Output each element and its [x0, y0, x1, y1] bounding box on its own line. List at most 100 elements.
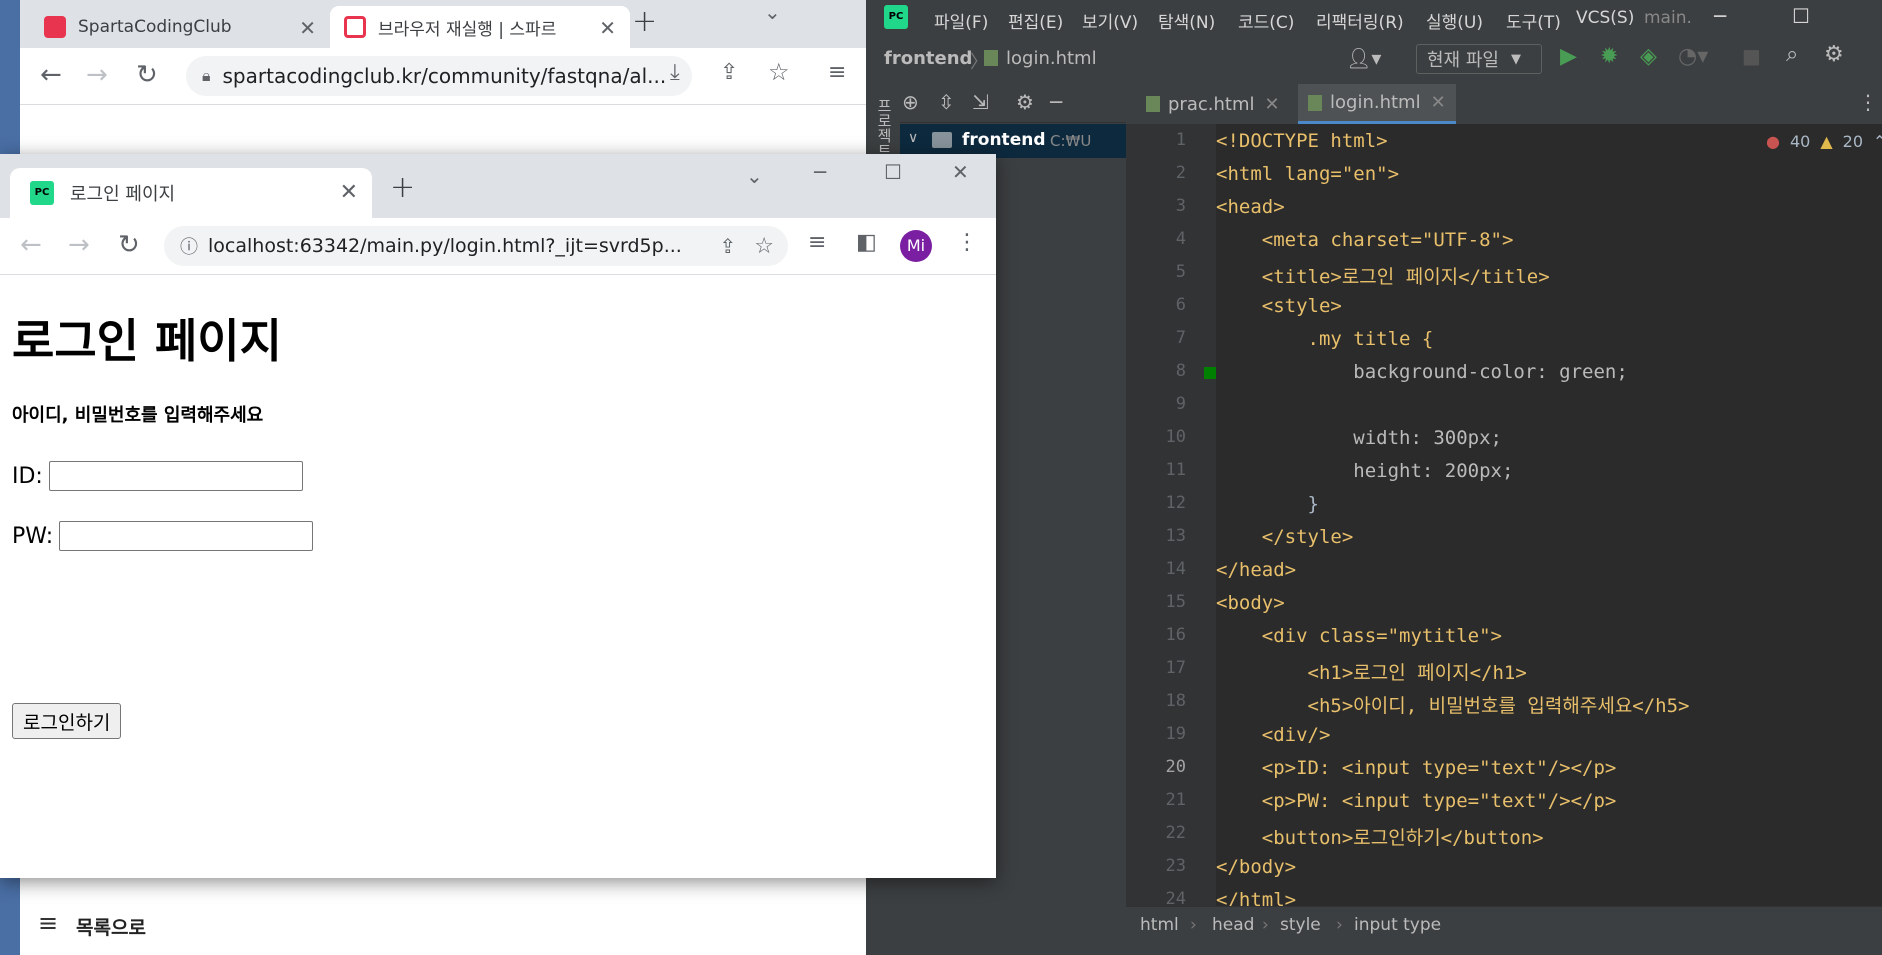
ide-navbar: frontend 〉 login.html 👤︎▾ 현재 파일 ▼ ▶ ✹ ◈ …: [866, 36, 1882, 85]
coverage-icon[interactable]: ◈: [1640, 44, 1657, 69]
install-icon[interactable]: ⤓: [670, 60, 680, 85]
reading-list-icon[interactable]: ≡: [808, 230, 826, 255]
code-line: </body>: [1216, 856, 1297, 878]
tree-label: frontend: [962, 130, 1046, 150]
close-window-icon[interactable]: ✕: [952, 160, 969, 184]
code-line: <div class="mytitle">: [1216, 625, 1502, 647]
bg-tab-sparta[interactable]: SpartaCodingClub ✕: [30, 6, 330, 48]
code-line: <html lang="en">: [1216, 163, 1400, 185]
pycharm-favicon-icon: PC: [30, 181, 54, 205]
gear-icon[interactable]: ⚙: [1016, 90, 1034, 114]
new-tab-icon[interactable]: +: [390, 170, 415, 205]
menu-view[interactable]: 보기(V): [1082, 8, 1138, 33]
close-icon[interactable]: ✕: [599, 16, 616, 40]
line-number: 1: [1175, 130, 1186, 150]
page-subtitle: 아이디, 비밀번호를 입력해주세요: [12, 405, 264, 426]
avatar[interactable]: Mi: [900, 230, 932, 262]
id-input[interactable]: [48, 461, 303, 491]
debug-icon[interactable]: ✹: [1600, 44, 1618, 69]
login-button[interactable]: 로그인하기: [12, 703, 122, 739]
window-title: main.: [1644, 8, 1692, 28]
menu-refactor[interactable]: 리팩터링(R): [1316, 8, 1404, 33]
breadcrumb-file[interactable]: login.html: [1006, 48, 1097, 69]
code-editor[interactable]: <!DOCTYPE html> <html lang="en"> <head> …: [1216, 124, 1882, 906]
crumb-input-type[interactable]: input type: [1354, 915, 1441, 935]
code-line: </head>: [1216, 559, 1297, 581]
share-icon[interactable]: ⇪: [720, 60, 738, 85]
bg-toolbar: ← → ↻ 🔒︎ spartacodingclub.kr/community/f…: [20, 48, 866, 105]
line-number: 8: [1175, 361, 1186, 381]
side-panel-icon[interactable]: ◧: [856, 230, 877, 255]
back-icon[interactable]: ←: [40, 60, 62, 90]
crumb-style[interactable]: style: [1280, 915, 1321, 935]
hide-icon[interactable]: ─: [1050, 90, 1062, 114]
tree-item-frontend[interactable]: ∨ frontend C:₩U: [900, 124, 1126, 158]
reading-list-icon[interactable]: ≡: [828, 60, 846, 85]
locate-icon[interactable]: ⊕: [902, 90, 919, 114]
crumb-head[interactable]: head: [1212, 915, 1254, 935]
chevron-down-icon[interactable]: ⌄: [746, 164, 763, 188]
inspection-widget[interactable]: ● 40 ▲ 20 ⌃ ⌄: [1766, 132, 1882, 151]
close-icon[interactable]: ✕: [340, 180, 358, 205]
back-icon[interactable]: ←: [20, 230, 42, 260]
code-line: height: 200px;: [1216, 460, 1514, 482]
forward-icon[interactable]: →: [68, 230, 90, 260]
profile-icon[interactable]: ◔▾: [1678, 44, 1708, 69]
list-icon: ≡: [38, 909, 59, 937]
search-icon[interactable]: ⌕: [1786, 42, 1798, 67]
star-icon[interactable]: ☆: [754, 234, 774, 259]
lock-icon: 🔒︎: [202, 66, 211, 85]
menu-vcs[interactable]: VCS(S): [1576, 8, 1644, 28]
expand-all-icon[interactable]: ⇳: [938, 90, 955, 114]
menu-run[interactable]: 실행(U): [1426, 8, 1483, 33]
more-icon[interactable]: ⋮: [1858, 90, 1878, 114]
bg-tab-title: SpartaCodingClub: [78, 17, 232, 37]
chevron-down-icon: ▼: [1510, 51, 1521, 67]
gear-icon[interactable]: ⚙: [1824, 42, 1844, 67]
bg-tab-strip: SpartaCodingClub ✕ 브라우저 재실행 | 스파르 ✕ + ⌄: [20, 0, 866, 48]
new-tab-icon[interactable]: +: [632, 4, 657, 39]
line-number: 23: [1165, 856, 1186, 876]
code-line: <meta charset="UTF-8">: [1216, 229, 1514, 251]
fg-address-bar[interactable]: ⓘ localhost:63342/main.py/login.html?_ij…: [164, 226, 788, 266]
breadcrumb-project[interactable]: frontend: [884, 48, 972, 69]
run-config-select[interactable]: 현재 파일 ▼: [1416, 44, 1542, 74]
line-number: 5: [1175, 262, 1186, 282]
collapse-all-icon[interactable]: ⇲: [972, 90, 989, 114]
menu-navigate[interactable]: 탐색(N): [1158, 8, 1215, 33]
reload-icon[interactable]: ↻: [136, 60, 158, 90]
project-tool-label[interactable]: 프로젝트: [874, 98, 895, 158]
bg-tab-restart[interactable]: 브라우저 재실행 | 스파르 ✕: [330, 6, 630, 48]
minimize-icon[interactable]: ─: [1714, 4, 1726, 28]
minimize-icon[interactable]: ─: [814, 160, 826, 184]
menu-tools[interactable]: 도구(T): [1506, 8, 1561, 33]
share-icon[interactable]: ⇪: [720, 234, 737, 258]
tab-login-html[interactable]: login.html ✕: [1298, 84, 1456, 124]
tab-label: prac.html: [1168, 93, 1255, 115]
menu-code[interactable]: 코드(C): [1238, 8, 1294, 33]
bg-address-bar[interactable]: 🔒︎ spartacodingclub.kr/community/fastqna…: [186, 56, 692, 96]
stop-icon[interactable]: ■: [1742, 44, 1761, 68]
chevron-up-icon[interactable]: ⌃: [1873, 132, 1882, 151]
maximize-icon[interactable]: ☐: [1792, 4, 1810, 28]
close-icon[interactable]: ✕: [1431, 92, 1446, 113]
reload-icon[interactable]: ↻: [118, 230, 140, 260]
star-icon[interactable]: ☆: [768, 58, 790, 86]
pw-input[interactable]: [59, 521, 314, 551]
line-number: 19: [1165, 724, 1186, 744]
tab-prac-html[interactable]: prac.html ✕: [1136, 84, 1290, 124]
back-to-list-link[interactable]: 목록으로: [76, 913, 146, 940]
close-icon[interactable]: ✕: [299, 16, 316, 40]
chevron-down-icon[interactable]: ⌄: [764, 0, 781, 24]
more-icon[interactable]: ⋮: [956, 230, 978, 255]
forward-icon[interactable]: →: [86, 60, 108, 90]
maximize-icon[interactable]: ☐: [884, 160, 902, 184]
fg-tab-login[interactable]: PC 로그인 페이지 ✕: [10, 168, 372, 218]
close-icon[interactable]: ✕: [1264, 94, 1279, 115]
crumb-html[interactable]: html: [1140, 915, 1179, 935]
menu-file[interactable]: 파일(F): [934, 8, 988, 33]
user-icon[interactable]: 👤︎▾: [1346, 46, 1381, 70]
run-icon[interactable]: ▶: [1560, 44, 1577, 69]
line-number: 17: [1165, 658, 1186, 678]
menu-edit[interactable]: 편집(E): [1008, 8, 1063, 33]
